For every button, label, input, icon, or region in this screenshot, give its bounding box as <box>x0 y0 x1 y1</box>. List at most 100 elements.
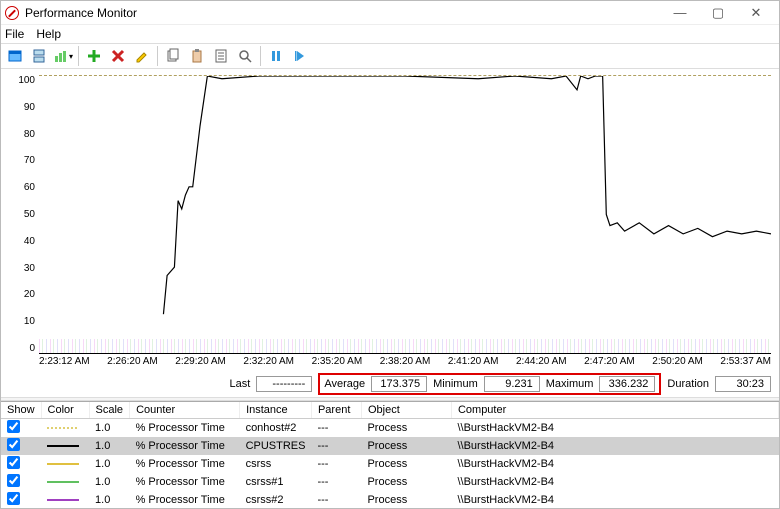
col-parent[interactable]: Parent <box>311 402 361 419</box>
chart-plot[interactable] <box>39 75 771 354</box>
y-tick: 70 <box>24 155 35 166</box>
col-instance[interactable]: Instance <box>240 402 312 419</box>
highlight-button[interactable] <box>131 45 153 67</box>
table-row[interactable]: 1.0% Processor Timecsrss#2---Process\\Bu… <box>1 491 779 508</box>
show-checkbox[interactable] <box>7 420 20 433</box>
add-counter-button[interactable] <box>83 45 105 67</box>
y-tick: 100 <box>18 75 35 86</box>
object-cell: Process <box>361 419 451 438</box>
app-icon <box>5 6 19 20</box>
stats-bar: Last --------- Average 173.375 Minimum 9… <box>1 373 779 395</box>
parent-cell: --- <box>311 455 361 473</box>
computer-cell: \\BurstHackVM2-B4 <box>451 473 778 491</box>
x-tick: 2:23:12 AM <box>39 356 90 367</box>
minimize-button[interactable]: — <box>661 1 699 25</box>
x-axis: 2:23:12 AM2:26:20 AM2:29:20 AM2:32:20 AM… <box>39 354 771 367</box>
x-tick: 2:41:20 AM <box>448 356 499 367</box>
close-button[interactable]: ✕ <box>737 1 775 25</box>
counter-cell: % Processor Time <box>130 455 240 473</box>
scale-cell: 1.0 <box>89 491 130 508</box>
parent-cell: --- <box>311 473 361 491</box>
table-row[interactable]: 1.0% Processor Timecsrss#1---Process\\Bu… <box>1 473 779 491</box>
counter-table: Show Color Scale Counter Instance Parent… <box>1 402 779 508</box>
show-checkbox[interactable] <box>7 474 20 487</box>
x-tick: 2:38:20 AM <box>380 356 431 367</box>
copy-button[interactable] <box>162 45 184 67</box>
minimum-value: 9.231 <box>484 376 540 392</box>
server-button[interactable] <box>28 45 50 67</box>
table-header-row: Show Color Scale Counter Instance Parent… <box>1 402 779 419</box>
counter-list: Show Color Scale Counter Instance Parent… <box>1 401 779 508</box>
menu-help[interactable]: Help <box>36 27 61 41</box>
last-label: Last <box>230 378 251 390</box>
maximize-button[interactable]: ▢ <box>699 1 737 25</box>
x-tick: 2:53:37 AM <box>720 356 771 367</box>
counter-cell: % Processor Time <box>130 419 240 438</box>
object-cell: Process <box>361 437 451 455</box>
scale-cell: 1.0 <box>89 473 130 491</box>
show-checkbox[interactable] <box>7 492 20 505</box>
x-tick: 2:47:20 AM <box>584 356 635 367</box>
chart-area: 1009080706050403020100 2:23:12 AM2:26:20… <box>1 69 779 369</box>
menu-file[interactable]: File <box>5 27 24 41</box>
menu-bar: File Help <box>1 25 779 43</box>
counter-cell: % Processor Time <box>130 437 240 455</box>
col-counter[interactable]: Counter <box>130 402 240 419</box>
x-tick: 2:26:20 AM <box>107 356 158 367</box>
last-value: --------- <box>256 376 312 392</box>
table-row[interactable]: 1.0% Processor Timeconhost#2---Process\\… <box>1 419 779 438</box>
highlighted-stats: Average 173.375 Minimum 9.231 Maximum 33… <box>318 373 661 395</box>
update-button[interactable] <box>289 45 311 67</box>
minimum-label: Minimum <box>433 378 478 390</box>
zoom-button[interactable] <box>234 45 256 67</box>
x-tick: 2:50:20 AM <box>652 356 703 367</box>
view-current-button[interactable] <box>4 45 26 67</box>
x-tick: 2:44:20 AM <box>516 356 567 367</box>
window-title: Performance Monitor <box>25 6 661 20</box>
computer-cell: \\BurstHackVM2-B4 <box>451 491 778 508</box>
computer-cell: \\BurstHackVM2-B4 <box>451 419 778 438</box>
paste-button[interactable] <box>186 45 208 67</box>
counter-cell: % Processor Time <box>130 491 240 508</box>
delete-counter-button[interactable] <box>107 45 129 67</box>
scale-cell: 1.0 <box>89 437 130 455</box>
scale-cell: 1.0 <box>89 455 130 473</box>
y-tick: 90 <box>24 102 35 113</box>
col-scale[interactable]: Scale <box>89 402 130 419</box>
instance-cell: csrss <box>240 455 312 473</box>
show-checkbox[interactable] <box>7 456 20 469</box>
counter-list-scroll[interactable]: Show Color Scale Counter Instance Parent… <box>1 402 779 508</box>
y-tick: 20 <box>24 289 35 300</box>
title-bar: Performance Monitor — ▢ ✕ <box>1 1 779 25</box>
col-computer[interactable]: Computer <box>451 402 778 419</box>
object-cell: Process <box>361 473 451 491</box>
show-checkbox[interactable] <box>7 438 20 451</box>
table-row[interactable]: 1.0% Processor TimeCPUSTRES---Process\\B… <box>1 437 779 455</box>
y-axis: 1009080706050403020100 <box>9 75 39 354</box>
parent-cell: --- <box>311 491 361 508</box>
properties-button[interactable] <box>210 45 232 67</box>
scale-cell: 1.0 <box>89 419 130 438</box>
maximum-value: 336.232 <box>599 376 655 392</box>
col-color[interactable]: Color <box>41 402 89 419</box>
y-tick: 10 <box>24 316 35 327</box>
instance-cell: conhost#2 <box>240 419 312 438</box>
duration-label: Duration <box>667 378 709 390</box>
col-show[interactable]: Show <box>1 402 41 419</box>
chart-svg <box>39 76 771 353</box>
duration-value: 30:23 <box>715 376 771 392</box>
object-cell: Process <box>361 491 451 508</box>
computer-cell: \\BurstHackVM2-B4 <box>451 437 778 455</box>
col-object[interactable]: Object <box>361 402 451 419</box>
instance-cell: csrss#2 <box>240 491 312 508</box>
table-row[interactable]: 1.0% Processor Timecsrss---Process\\Burs… <box>1 455 779 473</box>
y-tick: 40 <box>24 236 35 247</box>
instance-cell: csrss#1 <box>240 473 312 491</box>
computer-cell: \\BurstHackVM2-B4 <box>451 455 778 473</box>
counter-cell: % Processor Time <box>130 473 240 491</box>
average-value: 173.375 <box>371 376 427 392</box>
average-label: Average <box>324 378 365 390</box>
chart-type-button[interactable]: ▾ <box>52 45 74 67</box>
freeze-button[interactable] <box>265 45 287 67</box>
x-tick: 2:35:20 AM <box>312 356 363 367</box>
